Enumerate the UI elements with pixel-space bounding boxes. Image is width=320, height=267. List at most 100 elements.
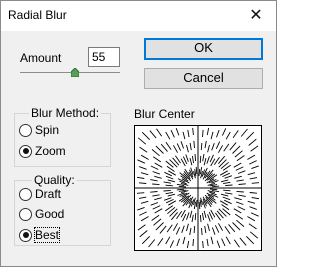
zoom-ray [245,131,255,141]
zoom-ray [232,130,239,139]
zoom-ray [206,127,210,136]
zoom-ray [152,205,161,210]
zoom-ray [236,179,244,182]
zoom-ray [247,200,256,204]
radio-zoom[interactable]: Zoom [19,143,66,159]
quality-legend: Quality: [32,173,77,187]
zoom-ray [218,145,223,153]
close-icon[interactable]: ✕ [244,4,268,28]
radio-good-button[interactable] [19,207,32,221]
zoom-ray [249,231,259,239]
amount-input[interactable] [88,47,120,67]
zoom-ray [238,194,246,197]
zoom-ray [169,208,178,217]
zoom-ray [248,223,257,230]
zoom-ray [151,149,160,157]
zoom-ray [211,185,220,188]
zoom-ray [182,236,186,245]
zoom-ray [206,238,209,247]
zoom-ray [232,222,241,231]
radio-draft-button[interactable] [19,187,32,201]
zoom-ray [170,129,175,138]
cancel-button[interactable]: Cancel [144,68,263,89]
zoom-ray [138,182,147,184]
zoom-ray [176,183,185,187]
zoom-ray [140,200,149,204]
zoom-ray [199,155,202,164]
slider-thumb-icon[interactable] [71,68,79,77]
zoom-ray [165,141,172,150]
zoom-ray [198,201,201,210]
zoom-ray [187,129,190,138]
zoom-ray [139,166,147,170]
zoom-ray [234,197,242,201]
zoom-ray [165,236,171,245]
zoom-ray [211,143,215,151]
zoom-ray [245,235,255,245]
zoom-ray [164,171,172,177]
zoom-ray [149,130,157,139]
zoom-ray [221,238,226,247]
amount-slider-track[interactable] [20,72,120,73]
zoom-ray [157,237,164,246]
zoom-ray [137,159,146,164]
zoom-ray [234,175,242,179]
zoom-ray [251,182,260,184]
zoom-ray [201,212,205,221]
zoom-ray [247,154,256,160]
zoom-ray [152,171,161,175]
zoom-ray [195,199,198,208]
zoom-ray [190,199,195,207]
zoom-ray [173,223,178,231]
zoom-ray [186,240,190,249]
radio-best-button[interactable] [19,228,32,242]
zoom-ray [235,166,244,171]
zoom-ray [221,128,227,136]
zoom-ray [173,145,178,153]
zoom-ray [225,131,231,140]
radio-spin-button[interactable] [19,123,32,137]
zoom-ray [182,213,187,222]
zoom-ray [180,141,185,149]
zoom-ray [167,193,176,197]
radio-draft-label: Draft [35,187,62,201]
zoom-ray [232,145,241,154]
zoom-ray [141,235,151,245]
zoom-ray [185,154,189,162]
radio-good[interactable]: Good [19,206,64,222]
zoom-ray [215,141,221,149]
zoom-ray [148,239,156,248]
ok-button[interactable]: OK [144,38,263,60]
zoom-ray [169,159,178,168]
zoom-ray [137,206,145,211]
zoom-ray [178,185,187,188]
radio-best[interactable]: Best [19,227,61,243]
zoom-ray [202,240,204,249]
zoom-ray [222,196,231,201]
zoom-ray [234,150,243,158]
zoom-ray [209,191,217,196]
zoom-ray [249,206,257,210]
zoom-ray [247,216,256,222]
zoom-ray [163,189,171,192]
zoom-ray [236,155,245,162]
radio-zoom-button[interactable] [19,144,32,158]
zoom-ray [216,129,220,138]
radio-best-label: Best [33,227,61,243]
zoom-ray [218,223,223,231]
title-bar[interactable]: Radial Blur ✕ [1,1,276,31]
zoom-ray [199,214,202,223]
zoom-ray [233,239,240,248]
radio-spin[interactable]: Spin [19,122,59,138]
zoom-ray [249,192,258,194]
zoom-ray [202,153,205,162]
radio-draft[interactable]: Draft [19,186,61,202]
zoom-ray [202,129,204,138]
zoom-ray [223,181,231,185]
blur-center-preview[interactable] [134,125,262,251]
zoom-ray [138,196,147,199]
zoom-ray [189,157,193,166]
zoom-ray [154,208,163,214]
zoom-ray [203,210,207,219]
zoom-ray [210,131,214,140]
